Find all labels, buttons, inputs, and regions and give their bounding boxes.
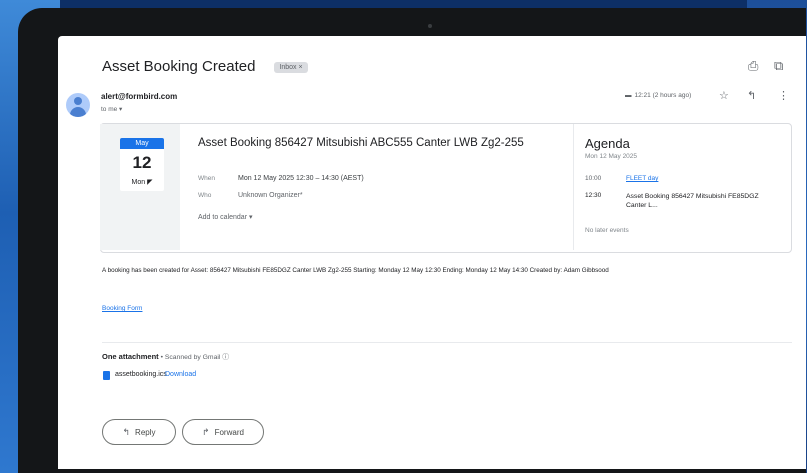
printer-icon[interactable]: ⎙: [748, 58, 758, 74]
more-vert-icon[interactable]: ⋮: [778, 89, 789, 102]
agenda-item-link[interactable]: FLEET day: [626, 175, 658, 182]
agenda-footer: No later events: [585, 227, 629, 234]
when-label: When: [198, 175, 215, 182]
recipient-line[interactable]: to me ▾: [101, 105, 122, 113]
forward-icon: ↱: [202, 427, 210, 437]
open-in-new-icon[interactable]: ⧉: [774, 58, 783, 74]
date-month: May: [120, 138, 164, 149]
event-title: Asset Booking 856427 Mitsubishi ABC555 C…: [198, 137, 524, 149]
agenda-title: Agenda: [585, 136, 630, 151]
attachment-header: One attachment • Scanned by Gmail ⓘ: [102, 352, 230, 361]
star-icon[interactable]: ☆: [719, 89, 729, 102]
email-body-text: A booking has been created for Asset: 85…: [102, 267, 609, 274]
who-value: Unknown Organizer*: [238, 192, 303, 199]
attachment-icon: ▬: [625, 92, 632, 99]
booking-form-link[interactable]: Booking Form: [102, 305, 142, 312]
attachment-file-name[interactable]: assetbooking.ics: [115, 371, 167, 378]
forward-button[interactable]: ↱ Forward: [182, 419, 264, 445]
cursor-icon: ◤: [147, 179, 153, 186]
agenda-item-time: 10:00: [585, 175, 602, 182]
reply-button[interactable]: ↰ Reply: [102, 419, 176, 445]
agenda-item-time: 12:30: [585, 192, 602, 199]
date-day: 12: [120, 149, 164, 177]
sender-email: alert@formbird.com: [101, 92, 178, 101]
email-time: ▬ 12:21 (2 hours ago): [625, 92, 692, 99]
reply-icon: ↰: [122, 427, 131, 437]
add-to-calendar-link[interactable]: Add to calendar ▾: [198, 213, 253, 221]
date-weekday: Mon ◤: [120, 177, 164, 191]
camera-dot: [428, 24, 432, 28]
agenda-divider: [573, 124, 574, 250]
tablet-frame: Asset Booking Created Inbox × ⎙ ⧉ alert@…: [18, 8, 806, 473]
email-subject: Asset Booking Created: [102, 58, 256, 75]
attachment-divider: [102, 342, 792, 343]
agenda-date: Mon 12 May 2025: [585, 153, 638, 160]
agenda-item-current: Asset Booking 856427 Mitsubishi FE85DGZ …: [626, 193, 759, 209]
when-value: Mon 12 May 2025 12:30 – 14:30 (AEST): [238, 175, 364, 182]
file-icon: [103, 371, 110, 380]
reply-icon[interactable]: ↰: [747, 89, 756, 102]
download-link[interactable]: Download: [165, 371, 196, 378]
email-screen: Asset Booking Created Inbox × ⎙ ⧉ alert@…: [58, 36, 806, 469]
who-label: Who: [198, 192, 212, 199]
inbox-label-chip[interactable]: Inbox ×: [274, 62, 308, 73]
sender-avatar: [66, 93, 90, 117]
